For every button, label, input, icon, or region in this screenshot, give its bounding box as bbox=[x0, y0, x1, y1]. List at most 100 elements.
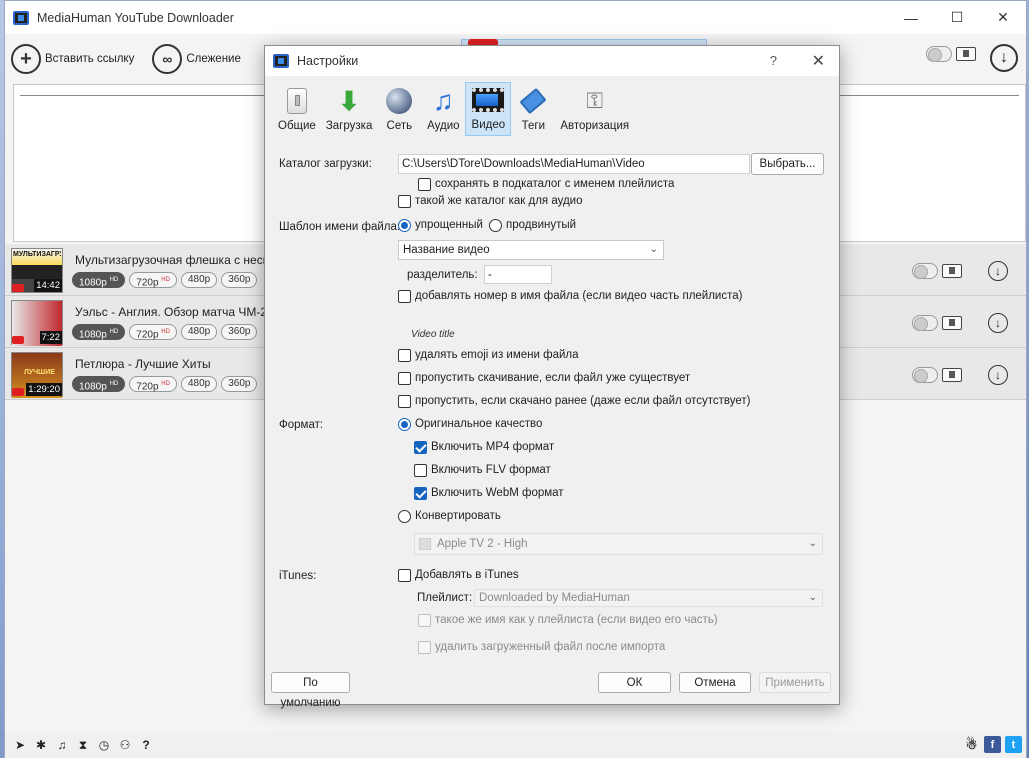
same-name-playlist-checkbox[interactable] bbox=[418, 614, 431, 627]
tab-authorization[interactable]: ⚿ Авторизация bbox=[555, 82, 634, 136]
binoculars-icon[interactable]: ⚇ bbox=[119, 738, 131, 752]
enable-mp4-label: Включить MP4 формат bbox=[431, 441, 555, 453]
quality-chip[interactable]: 720p HD bbox=[129, 324, 177, 340]
cancel-button[interactable]: Отмена bbox=[679, 672, 751, 693]
video-mode-icon[interactable] bbox=[956, 47, 976, 61]
dialog-close-button[interactable]: ✕ bbox=[812, 51, 825, 71]
tab-label: Авторизация bbox=[560, 120, 630, 132]
duration-badge: 1:29:20 bbox=[26, 383, 62, 396]
tab-network[interactable]: Сеть bbox=[377, 82, 421, 136]
plus-icon: + bbox=[11, 44, 41, 74]
enable-webm-label: Включить WebM формат bbox=[431, 487, 564, 499]
template-select[interactable]: Название видео ⌄ bbox=[398, 240, 664, 260]
facebook-icon[interactable]: f bbox=[984, 736, 1001, 753]
tab-tags[interactable]: Теги bbox=[511, 82, 555, 136]
itunes-playlist-select[interactable]: Downloaded by MediaHuman ⌄ bbox=[474, 589, 823, 607]
quality-chip[interactable]: 480p bbox=[180, 272, 218, 288]
global-video-toggle[interactable] bbox=[926, 46, 952, 62]
enable-webm-checkbox[interactable] bbox=[414, 487, 427, 500]
app-logo-icon bbox=[273, 54, 289, 68]
remove-emoji-label: удалять emoji из имени файла bbox=[415, 349, 579, 361]
download-dir-field[interactable]: C:\Users\DTore\Downloads\MediaHuman\Vide… bbox=[398, 154, 750, 174]
globe-icon bbox=[382, 85, 416, 117]
clock-icon[interactable]: ◷ bbox=[98, 738, 110, 752]
apply-button[interactable]: Применить bbox=[759, 672, 831, 693]
binoculars-icon: ∞ bbox=[152, 44, 183, 74]
row-download-button[interactable]: ↓ bbox=[988, 365, 1008, 385]
enable-mp4-checkbox[interactable] bbox=[414, 441, 427, 454]
separator-field[interactable]: - bbox=[484, 265, 552, 284]
chevron-down-icon: ⌄ bbox=[808, 538, 817, 549]
skip-exists-checkbox[interactable] bbox=[398, 372, 411, 385]
video-title: Петлюра - Лучшие Хиты bbox=[75, 357, 211, 371]
add-itunes-checkbox[interactable] bbox=[398, 569, 411, 582]
music-icon[interactable]: ♫ bbox=[56, 738, 68, 752]
quality-chip[interactable]: 360p bbox=[221, 324, 258, 340]
skip-downloaded-checkbox[interactable] bbox=[398, 395, 411, 408]
original-quality-label: Оригинальное качество bbox=[415, 418, 543, 430]
ok-button[interactable]: ОК bbox=[598, 672, 671, 693]
film-icon[interactable] bbox=[942, 264, 962, 278]
tag-icon bbox=[516, 85, 550, 117]
defaults-button[interactable]: По умолчанию bbox=[271, 672, 350, 709]
twitter-icon[interactable]: t bbox=[1005, 736, 1022, 753]
same-dir-audio-checkbox[interactable] bbox=[398, 195, 411, 208]
quality-chip[interactable]: 360p bbox=[221, 272, 258, 288]
paper-plane-icon[interactable]: ➤ bbox=[14, 738, 26, 752]
enable-flv-checkbox[interactable] bbox=[414, 464, 427, 477]
itunes-playlist-value: Downloaded by MediaHuman bbox=[479, 592, 630, 604]
template-simple-label: упрощенный bbox=[415, 219, 483, 231]
playlist-subdir-checkbox[interactable] bbox=[418, 178, 431, 191]
paste-link-label: Вставить ссылку bbox=[45, 53, 135, 65]
template-simple-radio[interactable] bbox=[398, 219, 411, 232]
quality-chip[interactable]: 720p HD bbox=[129, 272, 177, 288]
row-download-button[interactable]: ↓ bbox=[988, 313, 1008, 333]
tab-video[interactable]: Видео bbox=[465, 82, 512, 136]
film-icon[interactable] bbox=[942, 368, 962, 382]
hourglass-icon[interactable]: ⧗ bbox=[77, 738, 89, 753]
help-button[interactable]: ? bbox=[770, 53, 777, 68]
convert-profile-select[interactable]: Apple TV 2 - High ⌄ bbox=[414, 533, 823, 555]
delete-after-import-checkbox[interactable] bbox=[418, 641, 431, 654]
skip-downloaded-label: пропустить, если скачано ранее (даже есл… bbox=[415, 395, 751, 407]
quality-chip[interactable]: 1080p HD bbox=[72, 272, 126, 288]
mascot-icon[interactable]: ☃ bbox=[963, 736, 980, 753]
tab-label: Теги bbox=[521, 120, 546, 132]
row-download-button[interactable]: ↓ bbox=[988, 261, 1008, 281]
quality-chip[interactable]: 1080p HD bbox=[72, 324, 126, 340]
maximize-button[interactable]: ☐ bbox=[934, 1, 980, 34]
quality-chip[interactable]: 360p bbox=[221, 376, 258, 392]
remove-emoji-checkbox[interactable] bbox=[398, 349, 411, 362]
close-button[interactable]: ✕ bbox=[980, 1, 1026, 34]
video-thumbnail: ЛУЧШИЕ 1:29:20 bbox=[11, 352, 63, 398]
duration-badge: 14:42 bbox=[34, 279, 62, 292]
template-advanced-radio[interactable] bbox=[489, 219, 502, 232]
convert-radio[interactable] bbox=[398, 510, 411, 523]
chevron-down-icon: ⌄ bbox=[808, 592, 817, 603]
quality-chip[interactable]: 480p bbox=[180, 376, 218, 392]
row-video-toggle[interactable] bbox=[912, 367, 938, 383]
tab-general[interactable]: Общие bbox=[273, 82, 321, 136]
tab-download[interactable]: ⬇ Загрузка bbox=[321, 82, 378, 136]
quality-chip[interactable]: 720p HD bbox=[129, 376, 177, 392]
browse-button[interactable]: Выбрать... bbox=[751, 153, 824, 175]
template-select-value: Название видео bbox=[403, 244, 490, 256]
tracking-button[interactable]: ∞ Слежение bbox=[152, 44, 241, 74]
download-all-button[interactable]: ↓ bbox=[990, 44, 1018, 72]
settings-tabs: Общие ⬇ Загрузка Сеть ♫ Аудио Видео Теги… bbox=[273, 82, 634, 136]
tab-audio[interactable]: ♫ Аудио bbox=[421, 82, 465, 136]
original-quality-radio[interactable] bbox=[398, 418, 411, 431]
quality-chip[interactable]: 480p bbox=[180, 324, 218, 340]
help-icon[interactable]: ? bbox=[140, 738, 152, 752]
quality-chip[interactable]: 1080p HD bbox=[72, 376, 126, 392]
download-dir-label: Каталог загрузки: bbox=[279, 158, 372, 170]
minimize-button[interactable]: — bbox=[888, 1, 934, 34]
row-video-toggle[interactable] bbox=[912, 315, 938, 331]
settings-dialog: Настройки ? ✕ Общие ⬇ Загрузка Сеть ♫ Ау… bbox=[264, 45, 840, 709]
film-icon[interactable] bbox=[942, 316, 962, 330]
paste-link-button[interactable]: + Вставить ссылку bbox=[11, 44, 134, 74]
row-video-toggle[interactable] bbox=[912, 263, 938, 279]
add-number-checkbox[interactable] bbox=[398, 290, 411, 303]
video-title: Уэльс - Англия. Обзор матча ЧМ-2022 bbox=[75, 305, 288, 319]
gear-icon[interactable]: ✱ bbox=[35, 738, 47, 752]
